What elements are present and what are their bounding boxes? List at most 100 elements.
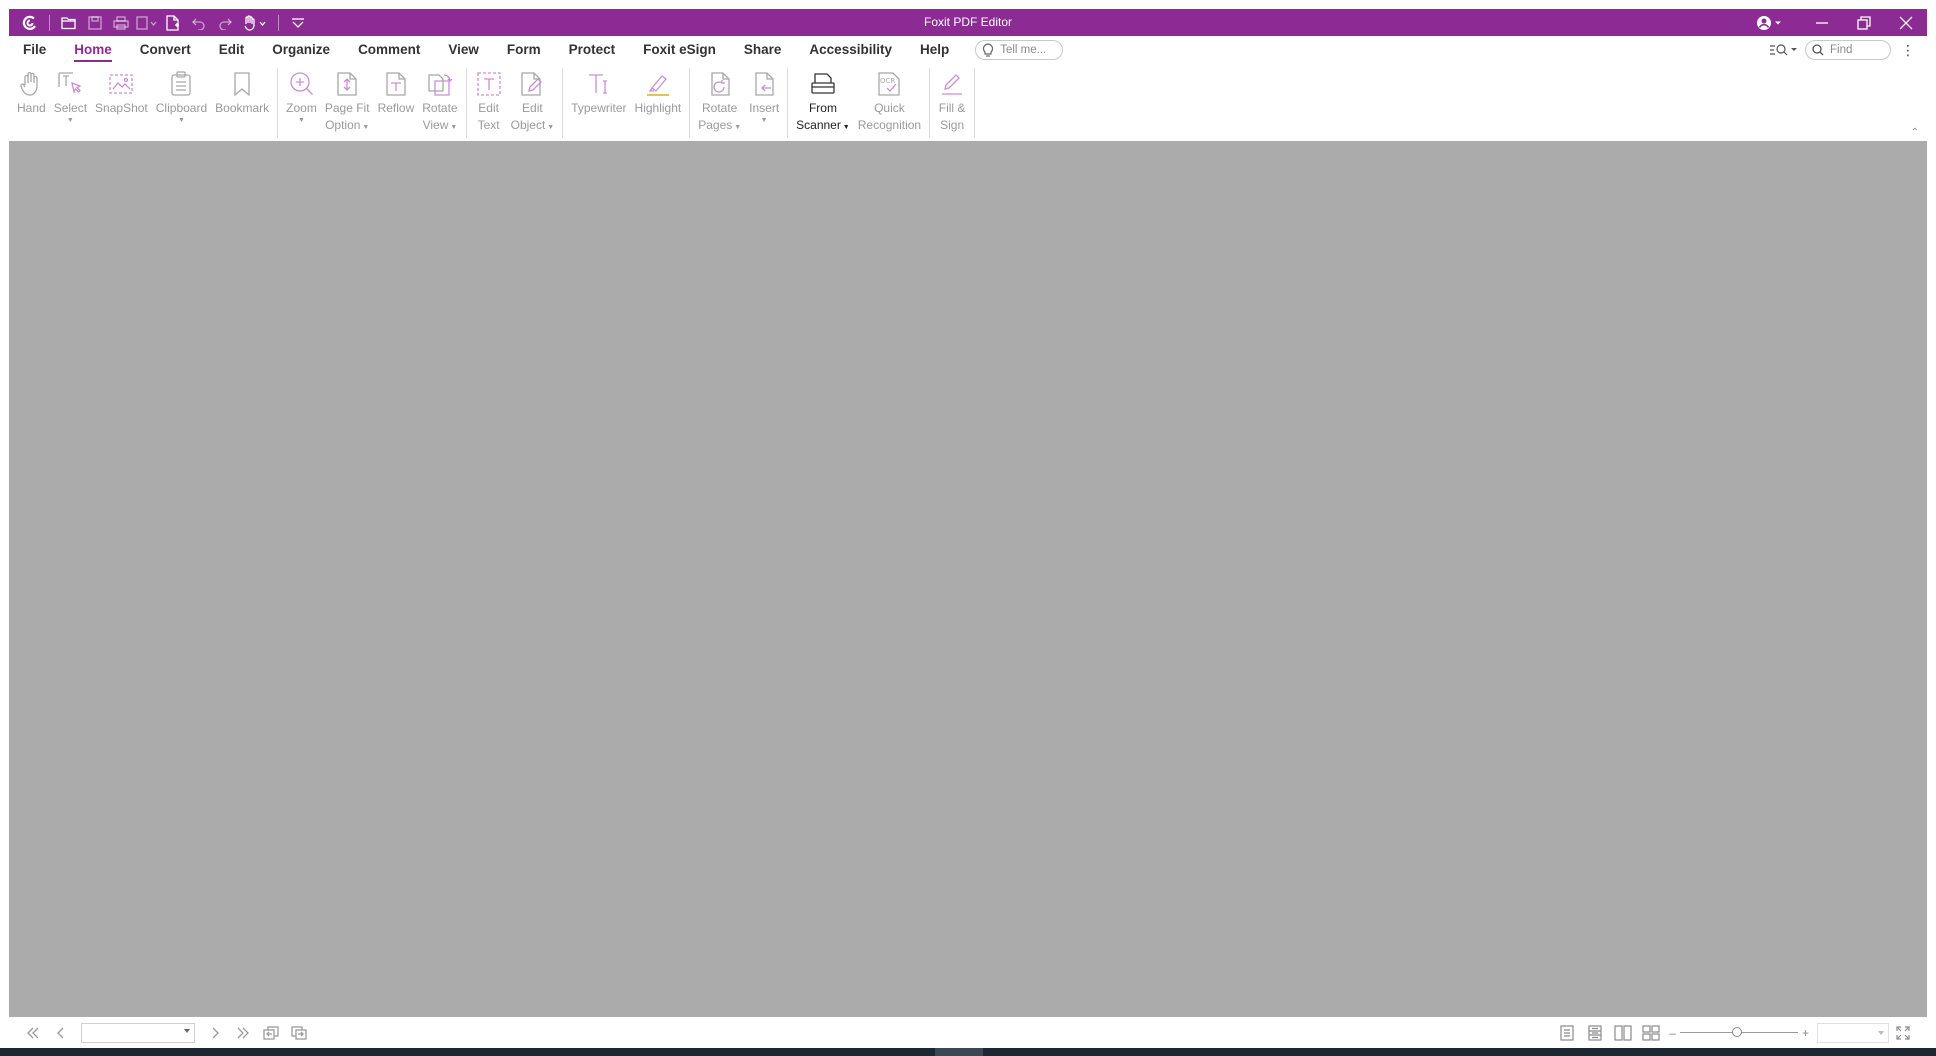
tab-help[interactable]: Help xyxy=(906,36,963,64)
restore-icon[interactable] xyxy=(1843,9,1885,36)
facing-view-icon[interactable] xyxy=(1609,1021,1637,1045)
status-bar: – + xyxy=(9,1018,1927,1047)
tell-me-input[interactable]: Tell me... xyxy=(975,40,1064,60)
fill-sign-button[interactable]: Fill & Sign xyxy=(934,64,970,134)
print-icon[interactable] xyxy=(108,9,134,36)
chevron-down-icon: ▼ xyxy=(545,124,555,131)
page-number-input[interactable] xyxy=(81,1022,195,1043)
tab-convert[interactable]: Convert xyxy=(126,36,205,64)
zoom-slider-thumb[interactable] xyxy=(1731,1027,1742,1037)
edit-object-label-1: Edit xyxy=(522,101,543,115)
from-scanner-label-1: From xyxy=(808,101,837,115)
clipboard-button[interactable]: Clipboard ▼ xyxy=(152,64,211,125)
separator xyxy=(278,14,279,31)
minimize-icon[interactable] xyxy=(1801,9,1843,36)
continuous-view-icon[interactable] xyxy=(1581,1021,1609,1045)
account-icon[interactable] xyxy=(1747,9,1793,36)
zoom-slider[interactable]: – + xyxy=(1669,1026,1809,1040)
first-page-icon[interactable] xyxy=(19,1021,47,1045)
edit-text-button[interactable]: Edit Text xyxy=(471,64,507,134)
rotate-view-label-1: Rotate xyxy=(422,101,458,115)
zoom-slider-track[interactable] xyxy=(1679,1027,1798,1037)
zoom-button[interactable]: Zoom ▼ xyxy=(282,64,321,125)
collapse-ribbon-icon[interactable]: ⌃ xyxy=(1911,127,1919,138)
typewriter-button[interactable]: Typewriter xyxy=(567,64,630,117)
redo-icon[interactable] xyxy=(212,9,238,36)
view-controls: – + xyxy=(1553,1018,1917,1047)
single-page-view-icon[interactable] xyxy=(1553,1021,1581,1045)
tab-edit[interactable]: Edit xyxy=(205,36,259,64)
snapshot-button[interactable]: SnapShot xyxy=(91,64,152,117)
open-folder-icon[interactable] xyxy=(56,9,82,36)
rotate-view-label-2: View xyxy=(422,118,449,132)
previous-view-icon[interactable] xyxy=(257,1021,285,1045)
continuous-facing-view-icon[interactable] xyxy=(1637,1021,1665,1045)
more-options-icon[interactable]: ⋮ xyxy=(1899,42,1917,59)
bookmark-button[interactable]: Bookmark xyxy=(211,64,273,117)
chevron-down-icon: ▼ xyxy=(448,124,458,131)
save-icon[interactable] xyxy=(82,9,108,36)
tab-file[interactable]: File xyxy=(9,36,60,64)
find-input[interactable]: Find xyxy=(1805,40,1891,60)
search-options-icon[interactable] xyxy=(1769,40,1799,60)
highlight-button[interactable]: Highlight xyxy=(631,64,686,117)
lightbulb-icon xyxy=(983,43,994,57)
ribbon-separator xyxy=(465,68,467,138)
last-page-icon[interactable] xyxy=(229,1021,257,1045)
highlight-label: Highlight xyxy=(634,101,682,115)
edit-text-icon xyxy=(475,69,503,99)
highlight-icon xyxy=(644,69,672,99)
insert-label: Insert xyxy=(749,101,780,115)
undo-icon[interactable] xyxy=(186,9,212,36)
typewriter-icon xyxy=(585,69,613,99)
tab-organize[interactable]: Organize xyxy=(258,36,344,64)
zoom-level-input[interactable] xyxy=(1817,1022,1889,1043)
hand-tool-button[interactable]: Hand xyxy=(13,64,50,117)
edit-object-button[interactable]: Edit Object ▼ xyxy=(507,64,559,134)
close-icon[interactable] xyxy=(1885,9,1927,36)
rotate-pages-icon xyxy=(706,69,734,99)
from-scanner-button[interactable]: From Scanner ▼ xyxy=(792,64,854,134)
svg-text:OCR: OCR xyxy=(880,77,895,85)
page-fit-label-1: Page Fit xyxy=(324,101,370,115)
chevron-down-icon xyxy=(184,1028,190,1033)
foxit-logo-icon[interactable] xyxy=(17,9,43,36)
tab-accessibility[interactable]: Accessibility xyxy=(795,36,906,64)
rotate-pages-button[interactable]: Rotate Pages ▼ xyxy=(694,64,745,134)
tab-protect[interactable]: Protect xyxy=(555,36,630,64)
snapshot-icon xyxy=(107,69,135,99)
zoom-in-icon[interactable]: + xyxy=(1802,1026,1809,1040)
taskbar-active-app[interactable] xyxy=(935,1048,983,1056)
chevron-down-icon xyxy=(1878,1030,1884,1035)
tab-view[interactable]: View xyxy=(434,36,493,64)
select-tool-button[interactable]: Select ▼ xyxy=(50,64,91,125)
page-navigation xyxy=(9,1021,313,1045)
file-menu-dropdown-icon[interactable] xyxy=(134,9,160,36)
tab-home[interactable]: Home xyxy=(60,36,126,64)
insert-button[interactable]: Insert ▼ xyxy=(745,64,783,125)
next-page-icon[interactable] xyxy=(201,1021,229,1045)
reflow-button[interactable]: Reflow xyxy=(374,64,419,117)
previous-page-icon[interactable] xyxy=(47,1021,75,1045)
tab-share[interactable]: Share xyxy=(730,36,796,64)
rotate-view-button[interactable]: Rotate View ▼ xyxy=(418,64,461,134)
page-fit-option-button[interactable]: Page Fit Option ▼ xyxy=(321,64,374,134)
chevron-down-icon: ▼ xyxy=(760,117,768,124)
document-area[interactable] xyxy=(9,141,1927,1017)
chevron-down-icon: ▼ xyxy=(732,124,742,131)
hand-tool-dropdown-icon[interactable] xyxy=(238,9,272,36)
next-view-icon[interactable] xyxy=(285,1021,313,1045)
full-screen-icon[interactable] xyxy=(1889,1021,1917,1045)
tab-foxit-esign[interactable]: Foxit eSign xyxy=(629,36,730,64)
tab-form[interactable]: Form xyxy=(493,36,555,64)
customize-quick-access-icon[interactable] xyxy=(285,9,311,36)
tab-comment[interactable]: Comment xyxy=(344,36,434,64)
create-pdf-icon[interactable] xyxy=(160,9,186,36)
zoom-out-icon[interactable]: – xyxy=(1669,1026,1676,1040)
separator xyxy=(49,14,50,31)
clipboard-icon xyxy=(167,69,195,99)
scanner-icon xyxy=(809,69,837,99)
search-icon xyxy=(1812,44,1824,56)
page-fit-label-2: Option xyxy=(325,118,361,132)
quick-recognition-button[interactable]: OCR Quick Recognition xyxy=(854,64,925,134)
